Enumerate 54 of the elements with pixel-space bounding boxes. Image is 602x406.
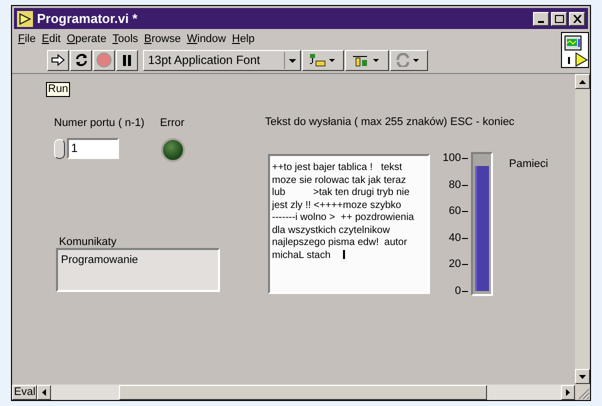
menu-item[interactable]: Tools	[109, 32, 142, 46]
scale-label: 20	[448, 258, 461, 272]
minimize-button[interactable]	[533, 12, 549, 26]
messages-field: Programowanie	[56, 248, 220, 292]
align-dropdown[interactable]	[302, 50, 344, 70]
menu-item[interactable]: File	[15, 32, 39, 46]
app-icon	[17, 10, 33, 26]
arrow-icon	[51, 54, 65, 66]
close-button[interactable]	[569, 12, 585, 26]
left-arrow-icon	[42, 388, 46, 396]
horizontal-scrollbar[interactable]	[37, 384, 575, 400]
menu-item[interactable]: Window	[184, 32, 229, 46]
memory-label: Pamieci	[509, 157, 548, 172]
right-arrow-icon	[566, 388, 570, 396]
menu-item[interactable]: Edit	[38, 32, 64, 46]
run-label: Run	[46, 82, 70, 97]
scroll-left-button[interactable]	[37, 384, 52, 400]
loop-icon	[74, 53, 88, 67]
scale-label: 80	[448, 178, 461, 192]
minimize-icon	[538, 20, 544, 22]
run-arrow-button[interactable]	[47, 50, 69, 70]
reorder-dropdown[interactable]	[390, 50, 428, 70]
up-arrow-icon	[579, 80, 586, 84]
run-continuously-button[interactable]	[70, 50, 92, 70]
scale-label: 60	[448, 205, 461, 218]
maximize-icon	[554, 14, 564, 22]
close-icon	[572, 14, 582, 22]
spinner-control[interactable]	[54, 138, 65, 158]
port-field[interactable]: 1	[67, 138, 119, 159]
pause-icon	[122, 54, 132, 66]
scale-label: 0	[454, 284, 461, 298]
font-dropdown[interactable]: 13pt Application Font	[143, 50, 301, 70]
mode-indicator: Eval	[12, 384, 38, 400]
error-label: Error	[160, 116, 184, 131]
text-field[interactable]: ++to jest bajer tablica ! tekst moze sie rolowac tak jak teraz lub >tak ten drugi tryb nie jest zly !! <++++moze szybko -------i wolno > ++ pozdrowienia dla wszystkich czytelnikow najlepszego pisma edw! autor michaL stach	[268, 154, 430, 294]
scale-label: 100	[442, 152, 461, 165]
scroll-down-button[interactable]	[575, 369, 590, 384]
text-label: Tekst do wysłania ( max 255 znaków) ESC - koniec	[265, 115, 514, 130]
pause-button[interactable]	[116, 50, 138, 70]
scroll-thumb[interactable]	[119, 384, 487, 400]
down-arrow-icon	[579, 374, 586, 378]
window-title: Programator.vi *	[37, 10, 138, 28]
menu-item[interactable]: Browse	[141, 32, 184, 46]
vertical-scrollbar[interactable]	[575, 74, 590, 384]
maximize-button[interactable]	[551, 12, 567, 26]
distribute-dropdown[interactable]	[345, 50, 389, 70]
messages-label: Komunikaty	[59, 235, 116, 250]
port-label: Numer portu ( n-1)	[54, 116, 144, 131]
menu-item[interactable]: Help	[229, 32, 258, 46]
scale-label: 40	[448, 232, 461, 245]
scroll-right-button[interactable]	[561, 384, 575, 400]
scroll-up-button[interactable]	[575, 74, 590, 89]
menu-item[interactable]: Operate	[64, 32, 110, 46]
align-icon	[308, 53, 338, 67]
